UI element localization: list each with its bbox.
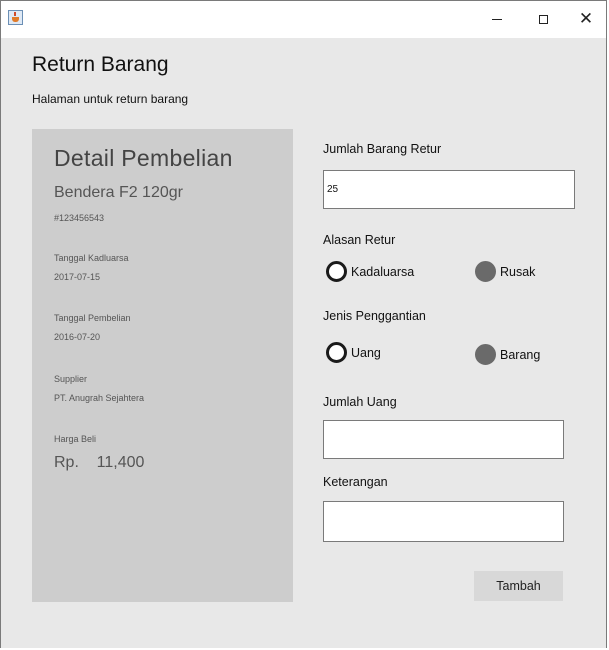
page-subtitle: Halaman untuk return barang (32, 92, 189, 106)
radio-label: Barang (500, 347, 541, 362)
supplier-label: Supplier (54, 374, 88, 384)
price-value: Rp. 11,400 (54, 454, 145, 471)
minimize-button[interactable] (474, 1, 520, 38)
radio-rusak[interactable]: Rusak (475, 261, 535, 282)
maximize-icon (538, 15, 548, 24)
minimize-icon (492, 19, 502, 20)
radio-label: Uang (351, 345, 381, 360)
close-button[interactable]: ✕ (563, 1, 609, 38)
return-reason-label: Alasan Retur (323, 233, 396, 247)
purchase-date-label: Tanggal Pembelian (54, 313, 131, 323)
expiry-date-label: Tanggal Kadluarsa (54, 253, 129, 263)
add-button[interactable]: Tambah (474, 571, 563, 601)
radio-unselected-icon (326, 342, 347, 363)
notes-input[interactable] (323, 501, 564, 542)
purchase-date-value: 2016-07-20 (54, 332, 101, 342)
return-qty-label: Jumlah Barang Retur (323, 142, 442, 156)
page-title: Return Barang (32, 53, 169, 76)
app-window: ✕ Return Barang Halaman untuk return bar… (0, 0, 607, 648)
replacement-type-label: Jenis Penggantian (323, 309, 426, 323)
notes-label: Keterangan (323, 475, 388, 489)
supplier-value: PT. Anugrah Sejahtera (54, 393, 145, 403)
money-amount-input[interactable] (323, 420, 564, 459)
close-icon: ✕ (578, 9, 594, 29)
expiry-date-value: 2017-07-15 (54, 272, 101, 282)
radio-unselected-icon (326, 261, 347, 282)
radio-label: Kadaluarsa (351, 264, 415, 279)
content-area: Return Barang Halaman untuk return baran… (1, 38, 606, 648)
product-name: Bendera F2 120gr (54, 184, 183, 201)
radio-label: Rusak (500, 264, 536, 279)
radio-selected-icon (475, 261, 496, 282)
radio-barang[interactable]: Barang (475, 344, 540, 365)
radio-uang[interactable]: Uang (326, 342, 381, 363)
return-qty-input[interactable] (323, 170, 575, 209)
radio-selected-icon (475, 344, 496, 365)
detail-heading: Detail Pembelian (54, 145, 233, 171)
maximize-button[interactable] (520, 1, 566, 38)
java-cup-icon (8, 10, 23, 25)
radio-kadaluarsa[interactable]: Kadaluarsa (326, 261, 414, 282)
title-bar[interactable]: ✕ (1, 1, 606, 38)
price-label: Harga Beli (54, 434, 97, 444)
money-amount-label: Jumlah Uang (323, 395, 397, 409)
purchase-detail-panel: Detail Pembelian Bendera F2 120gr #12345… (32, 129, 293, 602)
product-code: #123456543 (54, 213, 105, 223)
